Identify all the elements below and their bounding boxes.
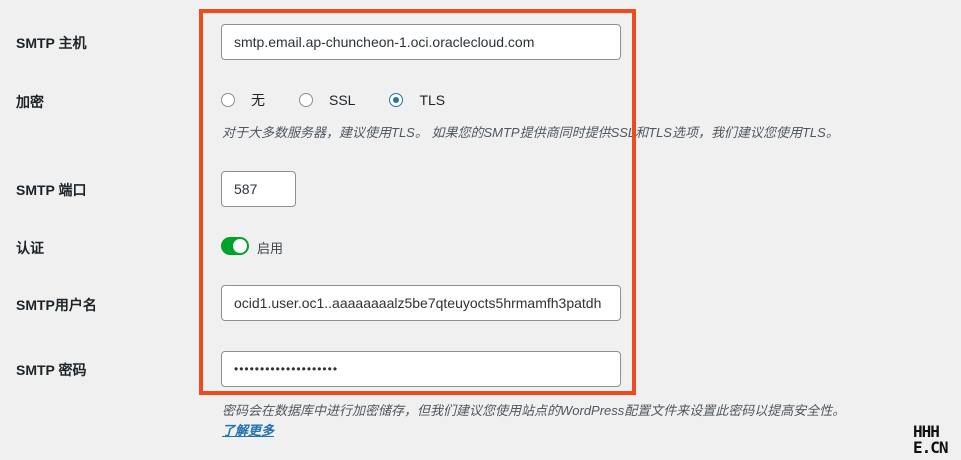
smtp-port-label: SMTP 端口 — [16, 182, 87, 198]
radio-none[interactable] — [221, 93, 235, 107]
encryption-option-ssl-label: SSL — [329, 92, 356, 108]
radio-tls[interactable] — [389, 93, 404, 107]
smtp-password-input[interactable]: •••••••••••••••••••• — [221, 351, 621, 387]
watermark-line2: E.CN — [913, 438, 949, 457]
learn-more-link[interactable]: 了解更多 — [222, 420, 274, 439]
smtp-port-input[interactable]: 587 — [221, 171, 296, 207]
smtp-username-label: SMTP用户名 — [16, 297, 97, 313]
encryption-option-tls-label: TLS — [419, 92, 446, 108]
auth-label: 认证 — [16, 240, 44, 256]
smtp-host-label: SMTP 主机 — [16, 35, 87, 51]
encryption-option-none-label: 无 — [251, 92, 265, 108]
encryption-option-none[interactable]: 无 — [221, 90, 265, 110]
encryption-radio-group: 无 SSL TLS — [221, 90, 479, 110]
auth-toggle-label: 启用 — [257, 241, 284, 256]
smtp-username-input[interactable]: ocid1.user.oc1..aaaaaaaalz5be7qteuyocts5… — [221, 285, 621, 321]
smtp-host-input[interactable]: smtp.email.ap-chuncheon-1.oci.oracleclou… — [221, 24, 621, 60]
encryption-option-tls[interactable]: TLS — [389, 92, 445, 108]
auth-toggle[interactable] — [221, 237, 249, 255]
encryption-option-ssl[interactable]: SSL — [299, 92, 355, 108]
toggle-knob — [233, 239, 247, 253]
watermark-logo: HHH E.CN — [913, 424, 959, 458]
radio-ssl[interactable] — [299, 93, 313, 107]
password-description: 密码会在数据库中进行加密储存，但我们建议您使用站点的WordPress配置文件来… — [222, 403, 846, 418]
encryption-label: 加密 — [16, 94, 44, 110]
encryption-description: 对于大多数服务器，建议使用TLS。 如果您的SMTP提供商同时提供SSL和TLS… — [222, 125, 839, 140]
smtp-password-label: SMTP 密码 — [16, 362, 87, 378]
